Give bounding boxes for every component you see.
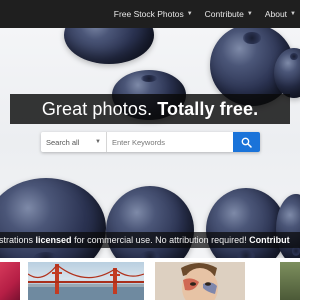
nav-item-label: About [264, 9, 288, 19]
search-category-label: Search all [46, 137, 80, 147]
search-input[interactable] [107, 132, 233, 152]
face-paint-portrait-image [155, 262, 245, 300]
nav-item-free-stock-photos[interactable]: Free Stock Photos ▼ [114, 9, 193, 19]
chevron-down-icon: ▼ [246, 11, 253, 17]
photo-thumbnail[interactable] [280, 262, 300, 300]
tagline-part: for commercial use. No attribution requi… [71, 235, 250, 245]
headline-regular: Great photos. [41, 98, 153, 119]
chevron-down-icon: ▼ [290, 11, 296, 17]
nav-item-contribute[interactable]: Contribute ▼ [205, 9, 253, 19]
hero-banner: Great photos. Totally free. Search all ▼… [0, 28, 300, 258]
headline-bold: Totally free. [157, 98, 259, 119]
tagline-bold-contribute[interactable]: Contribut [249, 235, 290, 245]
top-navigation: Free Stock Photos ▼ Contribute ▼ About ▼ [0, 0, 300, 28]
tagline-text: ustrations licensed for commercial use. … [0, 235, 290, 245]
blueberry-image [64, 28, 154, 64]
chevron-down-icon: ▼ [186, 11, 193, 17]
search-category-select[interactable]: Search all ▼ [41, 132, 107, 152]
golden-gate-bridge-image [28, 264, 144, 300]
nav-item-about[interactable]: About ▼ [265, 9, 296, 19]
tagline-bold-licensed: licensed [35, 235, 72, 245]
search-icon [241, 137, 252, 148]
chevron-down-icon: ▼ [95, 139, 101, 145]
search-bar: Search all ▼ [41, 132, 260, 152]
tagline-part: ustrations [0, 235, 34, 245]
search-button[interactable] [233, 132, 260, 152]
photo-thumbnails [0, 258, 300, 300]
photo-thumbnail[interactable] [0, 262, 20, 300]
nav-item-label: Free Stock Photos [113, 9, 184, 19]
blueberry-image [276, 194, 300, 258]
license-tagline: ustrations licensed for commercial use. … [0, 232, 300, 248]
photo-thumbnail[interactable] [155, 262, 245, 300]
hero-headline: Great photos. Totally free. [10, 94, 290, 124]
nav-item-label: Contribute [204, 9, 244, 19]
photo-thumbnail[interactable] [28, 262, 144, 300]
